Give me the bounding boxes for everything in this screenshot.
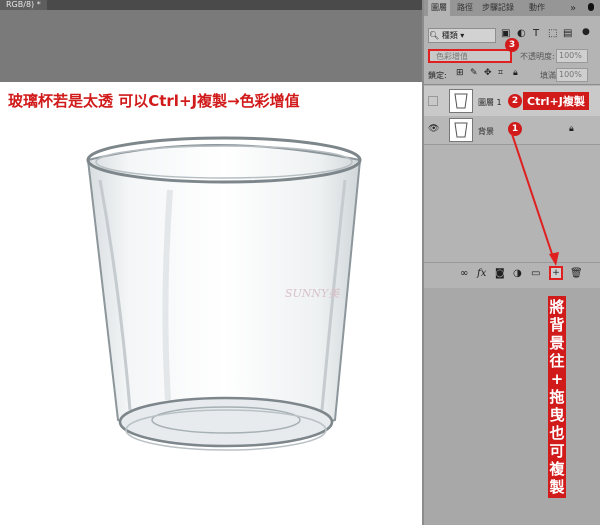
tab-actions[interactable]: 動作: [526, 0, 548, 16]
vertical-note-char: 曳: [549, 406, 565, 424]
layer-name[interactable]: 圖層 1: [478, 97, 502, 108]
lock-artboard-icon[interactable]: ⌗: [498, 68, 503, 78]
step-badge-3: 3: [505, 38, 519, 52]
tab-paths[interactable]: 路徑: [454, 0, 476, 16]
search-icon: 🔍︎: [429, 31, 440, 40]
vertical-note-char: 將: [549, 298, 565, 316]
vertical-note-char: 複: [549, 460, 565, 478]
vertical-note-char: 可: [549, 442, 565, 460]
tab-layers[interactable]: 圖層: [428, 0, 450, 16]
filter-type-icon[interactable]: T: [533, 28, 539, 39]
layer-filter-select[interactable]: 🔍︎ 種類 ▾: [428, 28, 496, 43]
link-icon[interactable]: ∞: [460, 268, 468, 279]
layer-thumbnail: [449, 118, 473, 142]
filter-shape-icon[interactable]: ⬚: [548, 28, 557, 39]
lock-label: 鎖定:: [428, 71, 447, 80]
vertical-note-char: 景: [549, 334, 565, 352]
vertical-note-char: 拖: [549, 388, 565, 406]
folder-icon[interactable]: ▭: [531, 268, 540, 279]
vertical-note: 將背景往 + 拖曳也可複製: [548, 296, 566, 498]
vertical-note-char: 背: [549, 316, 565, 334]
vertical-note-char: 往: [549, 352, 565, 370]
fill-field[interactable]: 100%: [556, 68, 588, 82]
layer-name[interactable]: 背景: [478, 126, 494, 137]
vertical-note-char: +: [550, 370, 564, 388]
lock-move-icon[interactable]: ✥: [484, 68, 492, 78]
watermark-text: SUNNY美: [285, 287, 340, 300]
step-badge-1: 1: [508, 122, 522, 136]
opacity-label: 不透明度:: [520, 52, 555, 61]
panel-menu-icon[interactable]: »: [570, 3, 576, 14]
visibility-off-icon[interactable]: [428, 96, 438, 106]
filter-adjustment-icon[interactable]: ◐: [517, 28, 526, 39]
filter-smart-icon[interactable]: ▤: [563, 28, 572, 39]
document-tab-bar: [0, 0, 422, 10]
canvas-pasteboard: [0, 10, 422, 82]
step-badge-2: 2: [508, 94, 522, 108]
fx-icon[interactable]: fx: [477, 268, 486, 279]
new-layer-icon[interactable]: +: [549, 266, 563, 280]
divider: [424, 84, 600, 85]
filter-toggle-icon[interactable]: ●: [582, 27, 590, 37]
tab-history[interactable]: 步驟記錄: [479, 0, 517, 16]
lock-icon: 🔒︎: [569, 124, 574, 134]
filter-label: 種類: [441, 31, 458, 40]
blend-mode-select[interactable]: 色彩增值: [428, 49, 512, 63]
document-tab[interactable]: RGB/8) *: [0, 0, 47, 10]
adjustment-icon[interactable]: ◑: [513, 268, 522, 279]
vertical-note-char: 也: [549, 424, 565, 442]
lock-all-icon[interactable]: 🔒︎: [513, 68, 518, 78]
opacity-field[interactable]: 100%: [556, 49, 588, 63]
panel-lower-area: [424, 288, 600, 525]
lock-brush-icon[interactable]: ✎: [470, 68, 478, 78]
trash-icon[interactable]: 🗑︎: [570, 268, 583, 279]
mask-icon[interactable]: ◙: [495, 268, 505, 279]
headline-annotation: 玻璃杯若是太透 可以Ctrl+J複製→色彩增值: [8, 92, 300, 110]
layer-thumbnail: [449, 89, 473, 113]
vertical-note-char: 製: [549, 478, 565, 496]
eye-icon[interactable]: 👁︎: [428, 124, 439, 134]
callout-ctrl-j: Ctrl+J複製: [523, 92, 589, 110]
lock-transparent-icon[interactable]: ⊞: [456, 68, 464, 78]
panel-options-icon[interactable]: [588, 3, 594, 11]
